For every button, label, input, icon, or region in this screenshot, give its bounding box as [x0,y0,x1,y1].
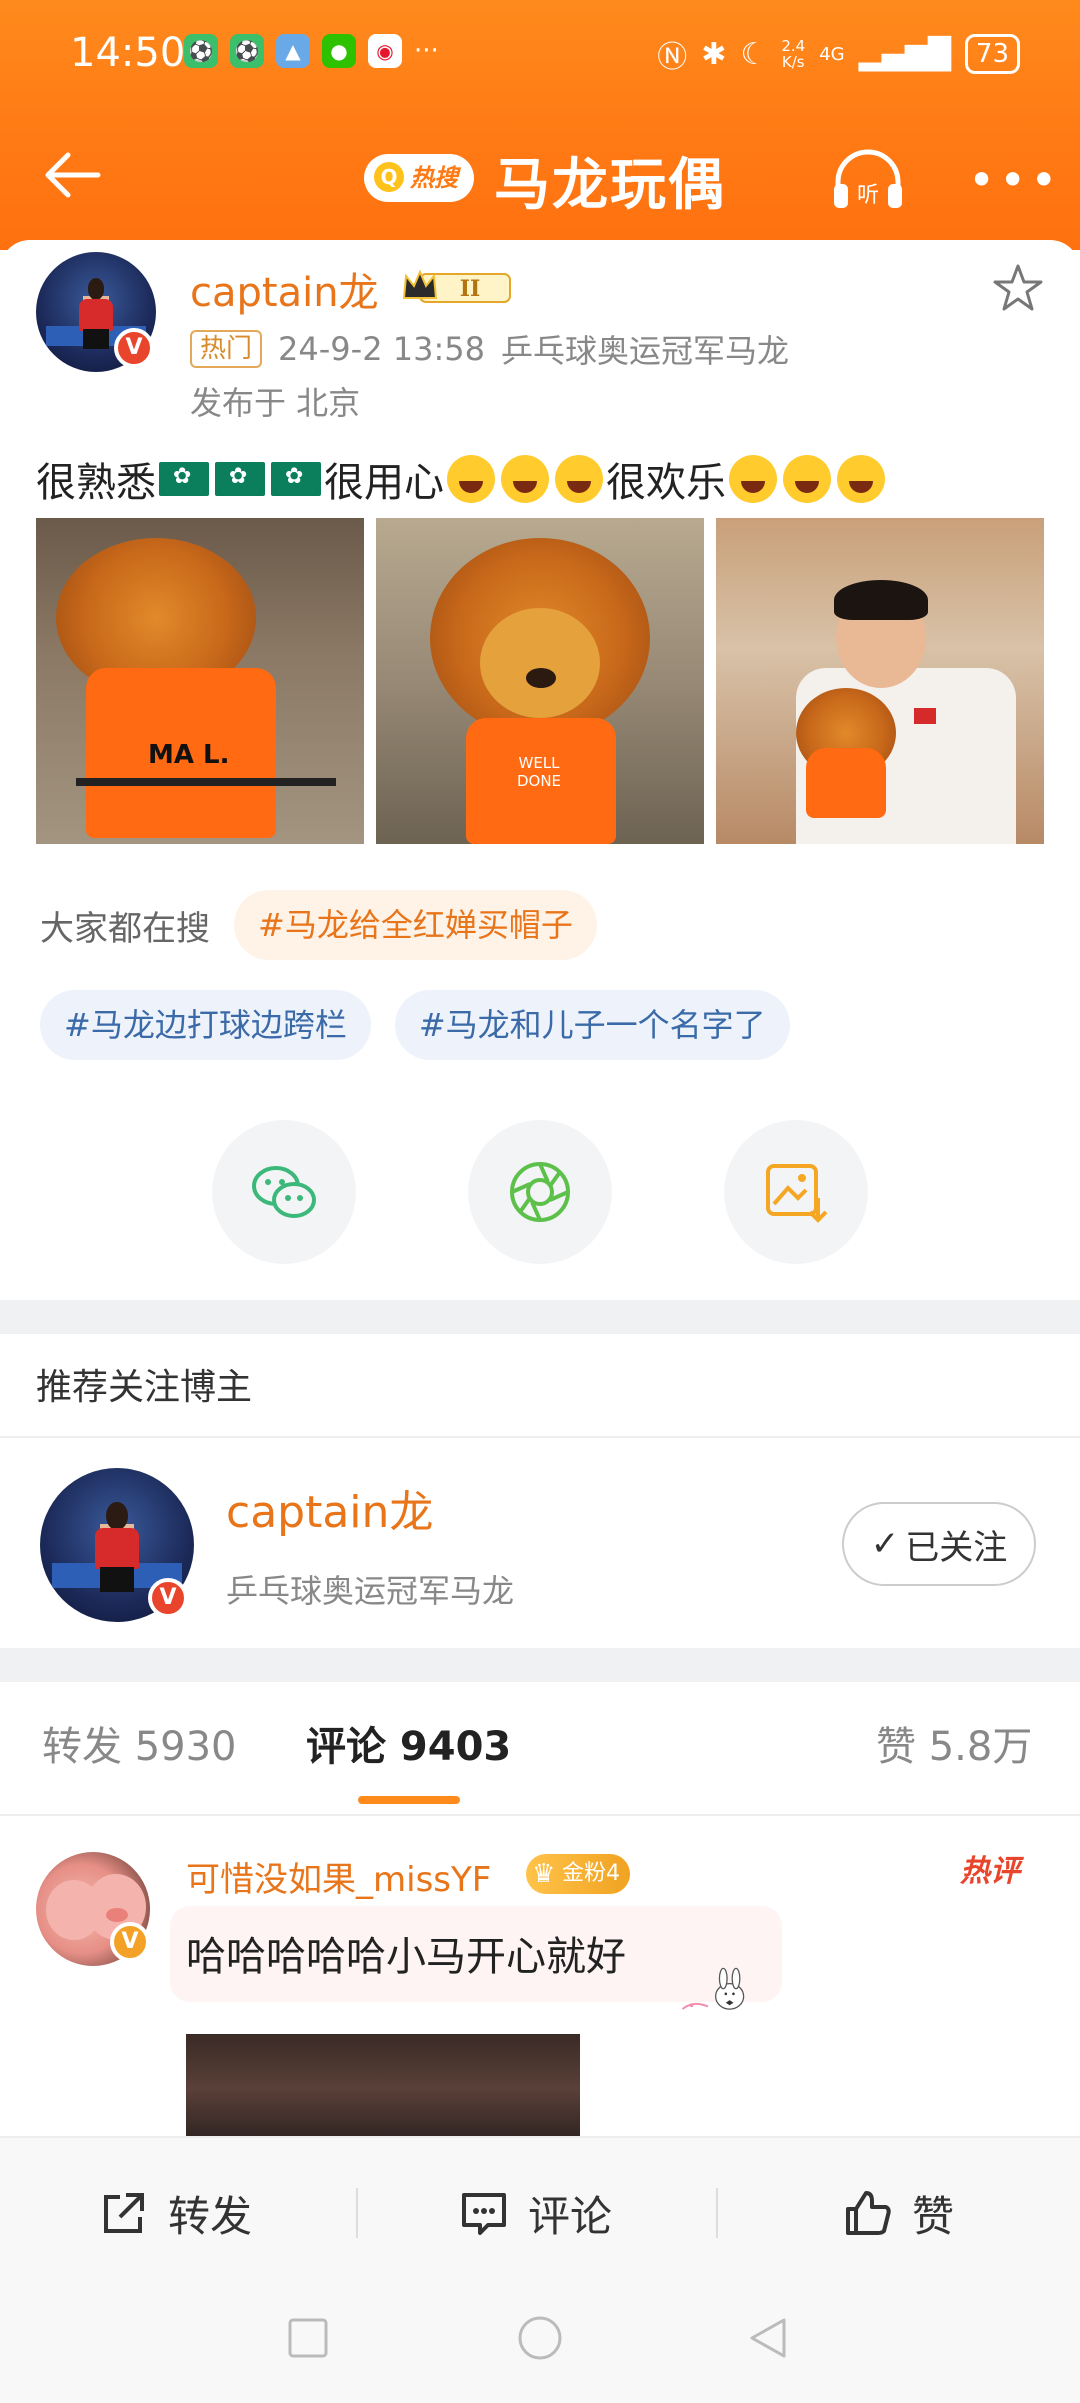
author-description: 乒乓球奥运冠军马龙 [500,332,789,370]
save-image-icon [766,1164,828,1223]
favorite-star-icon[interactable] [990,260,1046,316]
active-tab-indicator [358,1796,460,1804]
wechat-icon [252,1166,316,1218]
bottom-action-bar: 转发 评论 赞 [0,2136,1080,2286]
post-datetime: 24-9-2 13:58 [278,330,485,368]
back-triangle-icon[interactable] [744,2314,792,2362]
check-icon: ✓ [870,1524,900,1564]
tab-comment[interactable]: 评论 9403 [306,1714,511,1772]
comment-text: 哈哈哈哈哈小马开心就好 [186,1934,626,1980]
trending-chips-row: #马龙边打球边跨栏 #马龙和儿子一个名字了 [40,990,790,1060]
interaction-tabs: 转发 5930 评论 9403 赞 5.8万 [0,1686,1080,1786]
search-icon: Q [374,162,404,192]
trending-chip[interactable]: #马龙给全红婵买帽子 [234,890,597,960]
weibo-app-icon: ◉ [368,34,402,68]
recommend-description: 乒乓球奥运冠军马龙 [226,1572,515,1610]
game-app-icon: ▲ [276,34,310,68]
share-moments-button[interactable] [468,1120,612,1264]
emoji-icon [729,455,777,503]
trending-search-row: 大家都在搜 #马龙给全红婵买帽子 [40,890,597,960]
more-notifications-icon: ··· [414,36,439,66]
more-options-icon[interactable]: ••• [968,157,1061,203]
battery-level: 73 [964,34,1020,74]
like-button[interactable]: 赞 [842,2178,954,2248]
author-name[interactable]: captain龙 [190,260,379,318]
crown-level-badge-icon: II [402,269,511,303]
status-bar: 14:50 ⚽ ⚽ ▲ ● ◉ ··· Ⓝ ✱ ☾ 2.4 K/s 4G ▂▄▆█… [0,22,1080,92]
header: 14:50 ⚽ ⚽ ▲ ● ◉ ··· Ⓝ ✱ ☾ 2.4 K/s 4G ▂▄▆█… [0,0,1080,250]
verified-badge-icon: V [110,1922,150,1962]
post-text: 很熟悉 很用心 很欢乐 [36,450,888,508]
following-button[interactable]: ✓ 已关注 [842,1502,1036,1586]
notification-icons: ⚽ ⚽ ▲ ● ◉ ··· [184,34,439,68]
verified-badge-icon: V [114,328,154,368]
bluetooth-icon: ✱ [701,36,727,72]
photo-grid: MA L. WELL DONE [36,518,1044,844]
comment-icon [462,2193,506,2235]
macau-flag-icon [159,462,209,496]
bunny-sticker-icon [681,1967,745,2010]
moments-aperture-icon [510,1162,570,1222]
repost-button[interactable]: 转发 [98,2178,252,2248]
page-title: 马龙玩偶 [494,153,726,218]
commenter-name[interactable]: 可惜没如果_missYF [186,1852,491,1901]
status-time: 14:50 [70,30,186,76]
post-photo-2[interactable]: WELL DONE [376,518,704,844]
fan-level-badge: 金粉4 [526,1854,630,1894]
status-right: Ⓝ ✱ ☾ 2.4 K/s 4G ▂▄▆█ 73 [657,32,1020,76]
tab-repost[interactable]: 转发 5930 [42,1714,237,1772]
home-circle-icon[interactable] [516,2314,564,2362]
moon-icon: ☾ [740,36,768,72]
headphones-listen-icon[interactable]: 听 [828,144,908,214]
post-location: 发布于 北京 [190,384,361,422]
macau-flag-icon [215,462,265,496]
hot-comment-label: 热评 [960,1854,1020,1889]
emoji-icon [837,455,885,503]
section-divider [0,1300,1080,1334]
verified-badge-icon: V [148,1578,188,1618]
sports-app-icon: ⚽ [230,34,264,68]
svg-text:II: II [460,276,481,302]
signal-icon: ▂▄▆█ [858,36,951,72]
trending-chip[interactable]: #马龙和儿子一个名字了 [394,990,790,1060]
recommend-title: 推荐关注博主 [36,1367,253,1408]
share-row [0,1120,1080,1270]
macau-flag-icon [271,462,321,496]
save-image-button[interactable] [724,1120,868,1264]
recommend-name[interactable]: captain龙 [226,1476,433,1540]
tab-like[interactable]: 赞 5.8万 [876,1714,1032,1772]
top-nav: Q 热搜 马龙玩偶 听 ••• [0,130,1080,220]
recents-square-icon[interactable] [286,2316,330,2360]
section-divider [0,1648,1080,1682]
emoji-icon [555,455,603,503]
emoji-icon [783,455,831,503]
nfc-icon: Ⓝ [657,40,688,75]
wechat-app-icon: ● [322,34,356,68]
trending-label: 大家都在搜 [40,908,210,949]
trending-chip[interactable]: #马龙边打球边跨栏 [40,990,371,1060]
post-meta: 热门 24-9-2 13:58 乒乓球奥运冠军马龙 [190,326,789,372]
comment-button[interactable]: 评论 [458,2178,612,2248]
thumbs-up-icon [846,2191,891,2235]
separator [356,2188,358,2238]
network-type: 4G [819,43,845,65]
back-arrow-icon[interactable] [38,140,108,210]
repost-icon [104,2193,144,2233]
post-photo-3[interactable] [716,518,1044,844]
emoji-icon [501,455,549,503]
share-wechat-button[interactable] [212,1120,356,1264]
separator [716,2188,718,2238]
sports-app-icon: ⚽ [184,34,218,68]
comment-image[interactable] [186,2034,580,2144]
divider [0,1436,1080,1438]
post-photo-1[interactable]: MA L. [36,518,364,844]
system-navigation-bar [0,2286,1080,2403]
hot-search-pill[interactable]: Q 热搜 [364,154,474,202]
divider [0,1814,1080,1816]
emoji-icon [447,455,495,503]
hot-tag: 热门 [190,330,263,368]
net-speed: 2.4 K/s [781,37,806,71]
svg-text:听: 听 [857,183,879,208]
